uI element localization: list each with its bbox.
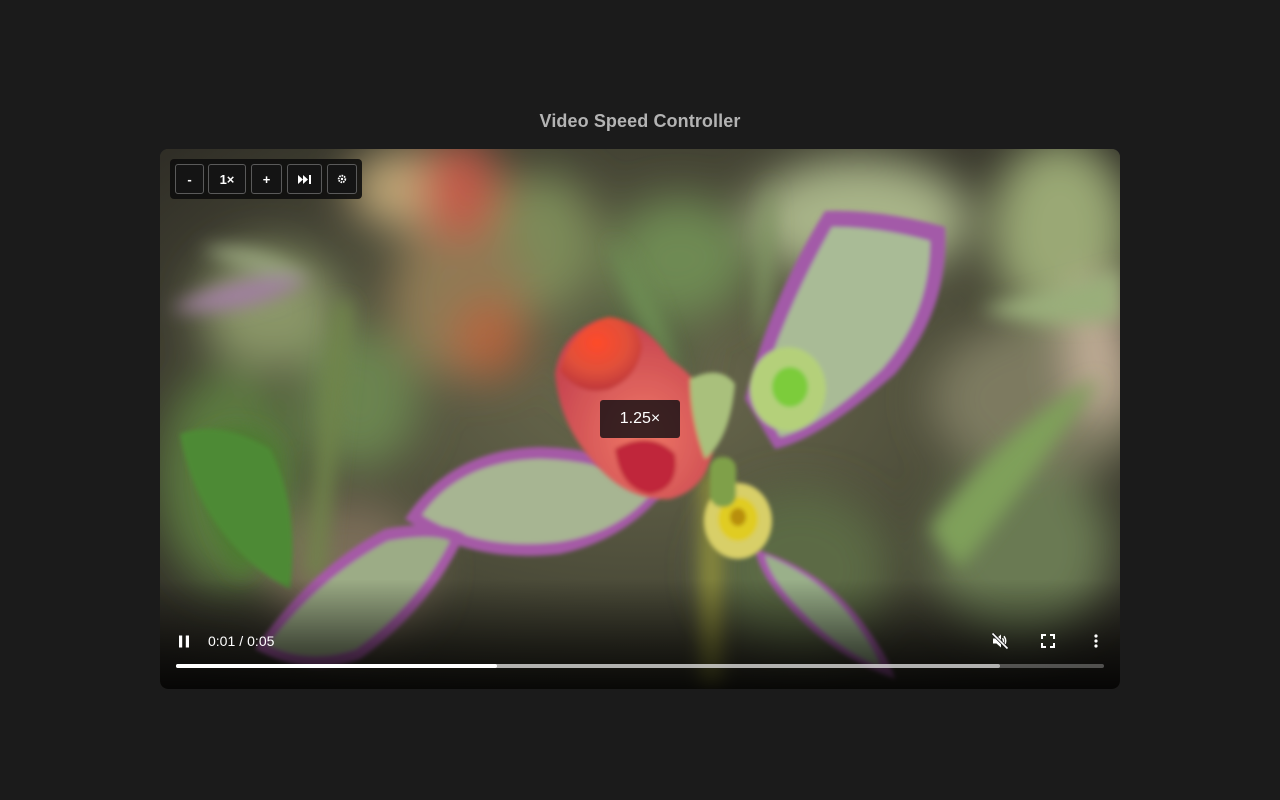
speed-indicator: 1.25× xyxy=(600,400,680,438)
fullscreen-button[interactable] xyxy=(1038,631,1058,651)
skip-forward-icon xyxy=(297,174,311,184)
seek-bar-played xyxy=(176,664,498,668)
controls-gradient xyxy=(160,579,1120,689)
current-time: 0:01 xyxy=(208,633,236,649)
speed-controller-panel: - 1× + xyxy=(170,159,362,199)
play-pause-button[interactable] xyxy=(174,631,194,651)
mute-button[interactable] xyxy=(988,630,1012,652)
page-title: Video Speed Controller xyxy=(539,111,741,131)
more-vertical-icon xyxy=(1094,634,1098,648)
duration: 0:05 xyxy=(247,633,275,649)
time-display: 0:01/0:05 xyxy=(208,632,274,650)
speed-decrease-button[interactable]: - xyxy=(175,164,204,194)
time-separator: / xyxy=(239,633,244,649)
video-player[interactable]: - 1× + 1.25× 0:01/0:05 xyxy=(160,149,1120,689)
gear-icon xyxy=(337,174,347,184)
settings-button[interactable] xyxy=(327,164,357,194)
skip-forward-button[interactable] xyxy=(287,164,322,194)
speed-increase-button[interactable]: + xyxy=(251,164,282,194)
more-options-button[interactable] xyxy=(1086,631,1106,651)
seek-bar[interactable] xyxy=(176,664,1104,668)
speed-reset-button[interactable]: 1× xyxy=(208,164,246,194)
volume-muted-icon xyxy=(991,632,1009,650)
pause-icon xyxy=(179,635,189,647)
fullscreen-icon xyxy=(1041,634,1055,648)
